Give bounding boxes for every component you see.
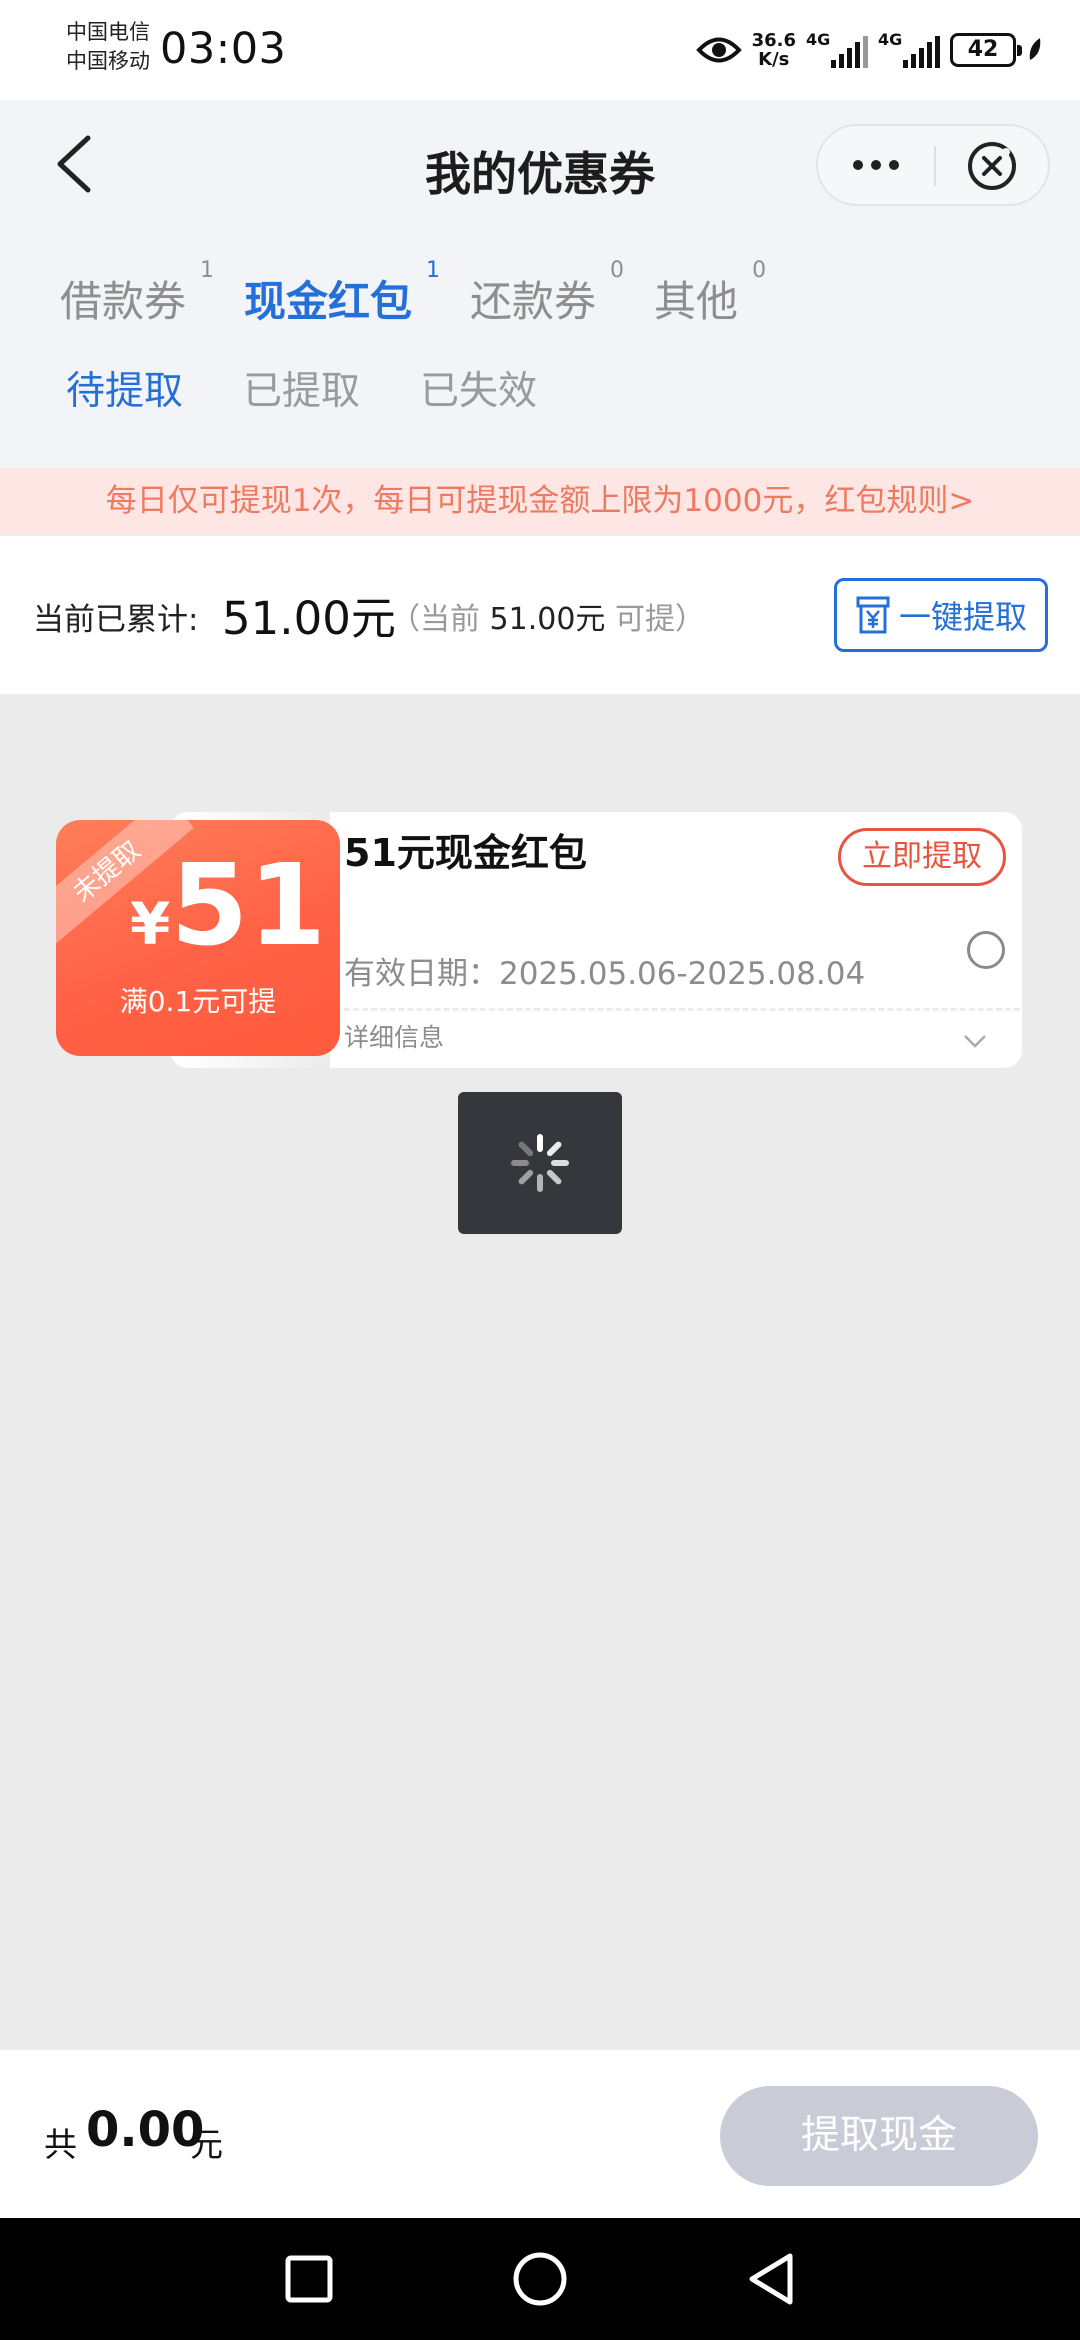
tab-count: 0 — [610, 258, 625, 283]
coupon-amount-ticket: 未提取 ¥ 51 满0.1元可提 — [56, 820, 340, 1056]
coupon-divider — [344, 1008, 1020, 1011]
status-bar: 中国电信 中国移动 03:03 36.6 K/s 4G 4G 42 — [0, 0, 1080, 100]
summary-value: 51.00元 — [222, 592, 396, 645]
total-prefix: 共 — [44, 2125, 77, 2164]
coupon-amount: ¥ 51 — [130, 841, 327, 971]
signal-1-icon: 4G — [806, 30, 868, 70]
tab-count: 0 — [752, 258, 767, 283]
eye-icon — [695, 37, 742, 63]
square-icon[interactable] — [278, 2248, 340, 2310]
total-unit: 元 — [190, 2125, 223, 2164]
close-circle-icon[interactable] — [966, 140, 1018, 192]
radio-unchecked-icon[interactable] — [967, 931, 1005, 969]
coupon-condition: 满0.1元可提 — [119, 985, 277, 1018]
total-value: 0.00 — [86, 2102, 205, 2158]
carrier-1: 中国电信 — [66, 20, 150, 44]
summary-label: 当前已累计: — [33, 602, 199, 638]
withdraw-rules-notice[interactable]: 每日仅可提现1次，每日可提现金额上限为1000元，红包规则> — [0, 468, 1080, 534]
tab-loan-coupon[interactable]: 借款券 1 — [60, 258, 214, 329]
tab-count: 1 — [200, 258, 215, 283]
coupon-detail-toggle[interactable]: 详细信息 — [344, 1018, 444, 1054]
tab-repayment-coupon[interactable]: 还款券 0 — [470, 258, 624, 329]
subtab-pending[interactable]: 待提取 — [66, 360, 183, 416]
summary-note: （当前 51.00元 可提） — [390, 602, 705, 637]
network-speed: 36.6 K/s — [751, 30, 796, 70]
tab-cash-red-packet[interactable]: 现金红包 1 — [244, 258, 440, 329]
accumulated-summary: 当前已累计: 51.00元 （当前 51.00元 可提） 一键提取 — [0, 536, 1080, 694]
circle-icon[interactable] — [509, 2248, 571, 2310]
leaf-icon — [1029, 38, 1041, 60]
triangle-back-icon[interactable] — [740, 2248, 802, 2310]
bottom-bar: 共 0.00 元 提取现金 — [0, 2050, 1080, 2218]
spinner-icon — [511, 1134, 569, 1192]
claim-now-button[interactable]: 立即提取 — [838, 828, 1006, 886]
coupon-type-tabs: 借款券 1 现金红包 1 还款券 0 其他 0 — [60, 258, 796, 329]
coupon-validity: 有效日期：2025.05.06-2025.08.04 — [344, 956, 866, 992]
subtab-withdrawn[interactable]: 已提取 — [243, 360, 360, 416]
yen-ticket-icon — [856, 596, 890, 634]
withdraw-cash-button[interactable]: 提取现金 — [720, 2086, 1038, 2186]
signal-2-icon: 4G — [878, 30, 940, 70]
coupon-title: 51元现金红包 — [344, 831, 587, 875]
status-subtabs: 待提取 已提取 已失效 — [66, 360, 537, 416]
header: 我的优惠券 借款券 1 现金红包 1 还款券 0 其他 0 待提取 已提取 已失效 — [0, 100, 1080, 470]
system-nav-bar — [0, 2218, 1080, 2340]
battery-icon: 42 — [950, 33, 1022, 67]
carrier-2: 中国移动 — [66, 49, 150, 73]
one-click-withdraw-button[interactable]: 一键提取 — [834, 578, 1048, 652]
mini-program-capsule — [816, 124, 1050, 206]
clock: 03:03 — [160, 24, 287, 74]
chevron-down-icon[interactable] — [960, 1026, 990, 1056]
capsule-divider — [934, 146, 936, 186]
carrier-info: 中国电信 中国移动 — [66, 18, 150, 76]
status-icons: 36.6 K/s 4G 4G 42 — [695, 26, 1044, 74]
tab-count: 1 — [426, 258, 441, 283]
more-dots-icon[interactable] — [818, 126, 933, 204]
tab-other[interactable]: 其他 0 — [654, 258, 766, 329]
loading-toast — [458, 1092, 622, 1234]
subtab-expired[interactable]: 已失效 — [420, 360, 537, 416]
